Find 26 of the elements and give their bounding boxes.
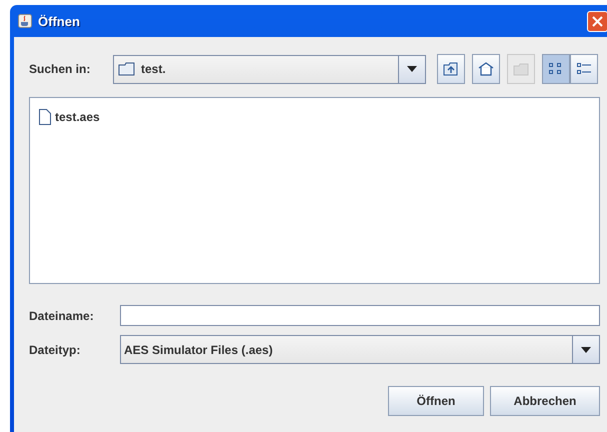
look-in-label: Suchen in: bbox=[29, 62, 92, 76]
list-view-icon bbox=[548, 62, 564, 76]
file-name-label: Dateiname: bbox=[29, 308, 95, 322]
look-in-dropdown[interactable]: test. bbox=[113, 54, 426, 84]
toolbar-button[interactable] bbox=[542, 54, 570, 84]
coffee-cup-icon bbox=[18, 14, 32, 28]
open-button[interactable]: Öffnen bbox=[388, 386, 484, 416]
caret-icon bbox=[407, 66, 417, 72]
folder-icon bbox=[513, 62, 529, 76]
file-item[interactable]: test.aes bbox=[37, 108, 102, 126]
details-view-icon bbox=[576, 62, 592, 76]
toolbar-button[interactable] bbox=[472, 54, 500, 84]
file-icon bbox=[39, 109, 51, 125]
file-name-field[interactable] bbox=[120, 305, 600, 326]
folder-icon bbox=[118, 62, 136, 76]
cancel-button[interactable]: Abbrechen bbox=[490, 386, 600, 416]
folder-up-icon bbox=[443, 62, 459, 76]
close-icon bbox=[592, 16, 603, 26]
file-type-dropdown[interactable]: AES Simulator Files (.aes) bbox=[120, 335, 600, 364]
home-icon bbox=[478, 62, 494, 76]
caret-icon bbox=[581, 346, 591, 352]
toolbar-button[interactable] bbox=[570, 54, 598, 84]
close-button[interactable] bbox=[587, 10, 607, 32]
toolbar-button[interactable] bbox=[437, 54, 465, 84]
file-type-label: Dateityp: bbox=[29, 342, 82, 356]
window-title: Öffnen bbox=[38, 14, 80, 28]
